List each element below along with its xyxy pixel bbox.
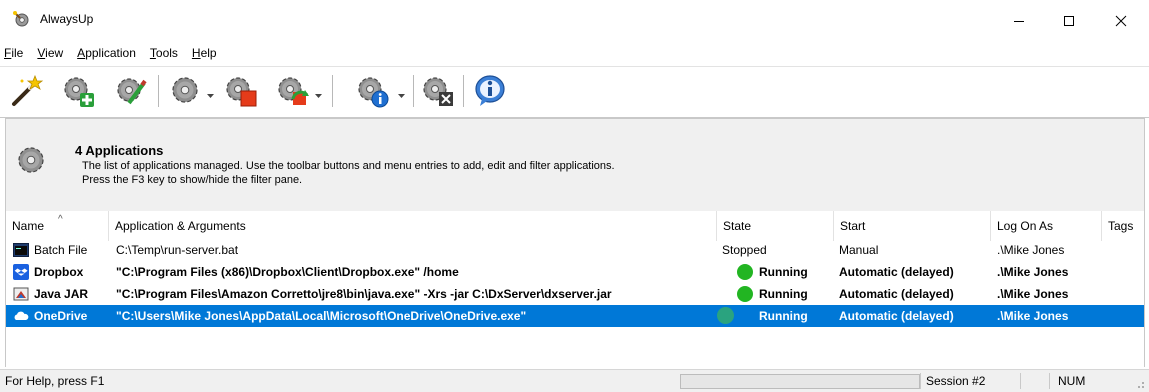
applications-gear-icon [18,147,44,173]
wizard-icon [12,74,44,106]
wizard-button[interactable] [8,73,44,109]
report-application-button[interactable] [355,73,391,109]
about-button[interactable] [472,73,508,109]
table-row[interactable]: Dropbox "C:\Program Files (x86)\Dropbox\… [6,261,1144,283]
edit-application-button[interactable] [113,73,149,109]
sort-ascending-icon: ^ [58,214,63,225]
stop-application-button[interactable] [222,73,258,109]
menu-application[interactable]: Application [77,46,136,60]
table-row-selected[interactable]: OneDrive "C:\Users\Mike Jones\AppData\Lo… [6,305,1144,327]
toolbar-separator [463,75,464,107]
stop-application-icon [226,77,257,107]
java-jar-icon [13,287,29,301]
status-num-lock: NUM [1049,373,1118,389]
restart-dropdown-chevron-down-icon[interactable] [315,94,322,100]
restart-application-icon [278,77,309,105]
column-header-logon[interactable]: Log On As [991,211,1102,241]
remove-application-button[interactable] [420,73,456,109]
report-dropdown-chevron-down-icon[interactable] [398,94,405,100]
restart-application-button[interactable] [275,73,311,109]
column-header-application[interactable]: Application & Arguments [109,211,717,241]
resize-grip-icon[interactable] [1135,379,1145,389]
add-application-icon [64,77,94,107]
row-start: Automatic (delayed) [839,309,954,323]
toolbar-separator [158,75,159,107]
row-logon: .\Mike Jones [997,309,1069,323]
applications-table[interactable]: Name ^ Application & Arguments State Sta… [5,211,1145,367]
row-name: OneDrive [34,309,88,323]
menu-bar: File View Application Tools Help [0,42,1149,64]
status-help-text: For Help, press F1 [5,374,105,388]
row-logon: .\Mike Jones [997,265,1069,279]
row-state: Stopped [722,243,767,257]
close-button[interactable] [1098,6,1144,36]
status-session: Session #2 [920,373,1021,389]
window-title: AlwaysUp [40,12,94,26]
row-logon: .\Mike Jones [997,243,1065,257]
menu-file[interactable]: File [4,46,23,60]
row-application: "C:\Users\Mike Jones\AppData\Local\Micro… [116,309,527,323]
info-description: The list of applications managed. Use th… [82,160,615,172]
status-bar: For Help, press F1 Session #2 NUM [0,369,1149,392]
start-application-icon [172,77,198,103]
toolbar-separator [413,75,414,107]
add-application-button[interactable] [60,73,96,109]
row-application: "C:\Program Files (x86)\Dropbox\Client\D… [116,265,459,279]
title-bar: AlwaysUp [0,0,1149,42]
row-name: Java JAR [34,287,89,301]
start-dropdown-chevron-down-icon[interactable] [207,94,214,100]
table-row[interactable]: Batch File C:\Temp\run-server.bat Stoppe… [6,239,1144,261]
running-status-icon [737,264,753,280]
info-pane: 4 Applications The list of applications … [5,118,1145,212]
menu-tools[interactable]: Tools [150,46,178,60]
dropbox-icon [13,264,29,280]
table-row[interactable]: Java JAR "C:\Program Files\Amazon Corret… [6,283,1144,305]
batch-file-icon [13,243,29,257]
close-icon [1115,15,1127,27]
remove-application-icon [423,77,453,106]
maximize-icon [1064,16,1074,26]
column-header-state[interactable]: State [717,211,834,241]
row-application: "C:\Program Files\Amazon Corretto\jre8\b… [116,287,612,301]
column-header-name[interactable]: Name ^ [6,211,109,241]
toolbar [0,66,1149,118]
edit-application-icon [117,78,147,105]
running-status-icon [717,307,734,324]
menu-view[interactable]: View [37,46,63,60]
row-state: Running [759,265,808,279]
toolbar-separator [332,75,333,107]
info-filter-hint: Press the F3 key to show/hide the filter… [82,174,303,186]
row-name: Dropbox [34,265,84,279]
row-state: Running [759,287,808,301]
onedrive-cloud-icon [14,311,29,320]
applications-count-title: 4 Applications [75,143,164,158]
running-status-icon [737,286,753,302]
about-icon [475,75,505,106]
alwaysup-app-icon [13,11,29,27]
row-name: Batch File [34,243,88,257]
row-start: Manual [839,243,879,257]
report-application-icon [358,77,389,108]
maximize-button[interactable] [1046,6,1092,36]
column-header-start[interactable]: Start [834,211,991,241]
row-start: Automatic (delayed) [839,265,954,279]
minimize-icon [1014,21,1024,22]
menu-help[interactable]: Help [192,46,217,60]
column-header-tags[interactable]: Tags [1102,211,1144,241]
start-application-button[interactable] [168,73,204,109]
row-state: Running [759,309,808,323]
row-start: Automatic (delayed) [839,287,954,301]
minimize-button[interactable] [996,6,1042,36]
status-progress-bar [680,374,920,389]
row-logon: .\Mike Jones [997,287,1069,301]
row-application: C:\Temp\run-server.bat [116,243,239,257]
